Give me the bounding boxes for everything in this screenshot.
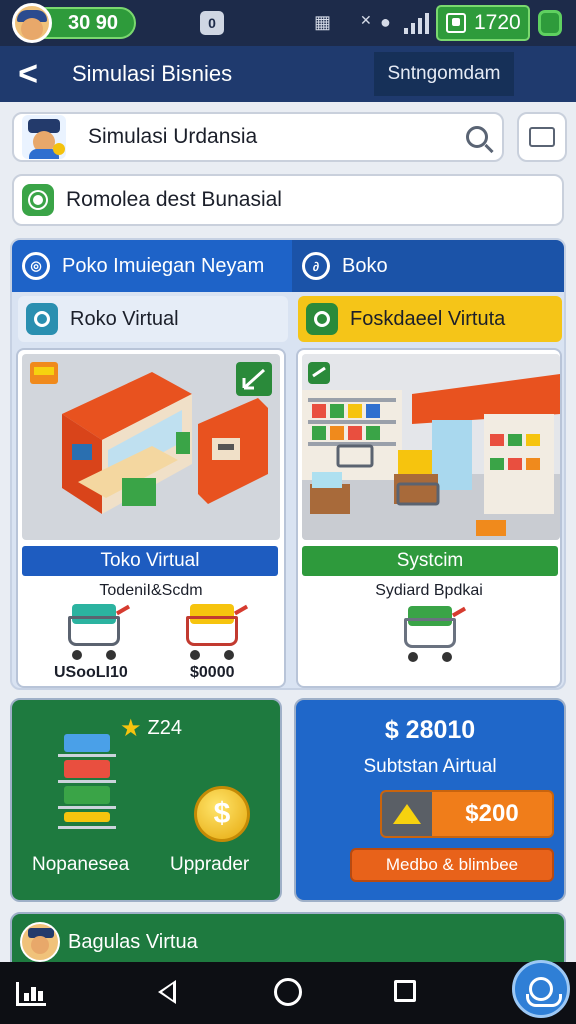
coin-balance-value: 30 90 (68, 11, 119, 34)
search-bar-label: Simulasi Urdansia (88, 125, 258, 148)
manager-avatar (22, 115, 66, 159)
cart-price: $0000 (190, 664, 235, 681)
store-a-header-label: Roko Virtual (70, 307, 179, 330)
store-a-banner[interactable]: Toko Virtual (22, 546, 278, 576)
heart-shield-icon (22, 184, 54, 216)
tab-bar: ◎ Poko Imuiegan Neyam ∂ Boko (12, 240, 564, 292)
cart-icon[interactable] (62, 604, 131, 660)
chevron-left-icon: < (18, 54, 38, 93)
supermarket-illustration (302, 354, 560, 540)
shelf-cart-icon (58, 734, 116, 844)
coin-icon: $ (194, 786, 250, 842)
star-count-value: Z24 (147, 717, 182, 739)
cart-icon[interactable] (180, 604, 249, 660)
status-bar: 30 90 0 ▦ ✕ ● 1720 (0, 0, 576, 46)
market-amount: $ 28010 (384, 716, 476, 744)
upgrade-label[interactable]: Upprader (170, 854, 249, 876)
user-icon (526, 977, 562, 1007)
money-balance-value: 1720 (474, 11, 521, 34)
store-card-supermarket[interactable]: Systcim Sydiard Bpdkai (296, 348, 562, 688)
store-b-header[interactable]: Foskdaeel Virtuta (298, 296, 562, 342)
cart-icon[interactable] (398, 606, 467, 662)
store-a-caption: TodeniI&Scdm (99, 582, 203, 599)
app-bar: < Simulasi Bisnies Sntngomdam (0, 46, 576, 102)
arrow-up-icon (382, 792, 432, 836)
swirl-icon: ∂ (302, 252, 330, 280)
system-nav-bar (0, 962, 576, 1024)
upgrade-button[interactable]: $200 (380, 790, 554, 838)
nav-back-icon[interactable] (158, 980, 176, 1004)
notification-icon: 0 (200, 11, 224, 35)
chat-icon (26, 303, 58, 335)
settings-button[interactable]: Sntngomdam (374, 52, 514, 96)
back-button[interactable]: < (0, 46, 56, 102)
cast-icon: ▦ (314, 12, 332, 32)
store-a-header[interactable]: Roko Virtual (18, 296, 288, 342)
tab-label: Poko Imuiegan Neyam (62, 254, 265, 277)
cart-price: USooLI10 (54, 664, 128, 681)
store-panel: ◎ Poko Imuiegan Neyam ∂ Boko Roko Virtua… (10, 238, 566, 690)
window-icon (529, 127, 555, 147)
manager-avatar (20, 922, 60, 962)
star-count: ★ Z24 (120, 714, 182, 743)
player-avatar[interactable] (12, 3, 52, 43)
profile-fab[interactable] (512, 960, 570, 1018)
store-b-banner[interactable]: Systcim (302, 546, 558, 576)
inventory-card[interactable]: ★ Z24 $ Nopanesea Upprader (10, 698, 282, 902)
promo-label: Romolea dest Bunasial (66, 188, 282, 211)
nav-home-icon[interactable] (274, 978, 302, 1006)
mask-icon: ● (380, 12, 391, 32)
nav-recent-icon[interactable] (394, 980, 416, 1002)
market-subtitle: Subtstan Airtual (363, 756, 497, 777)
footer-label: Bagulas Virtua (68, 930, 198, 953)
store-b-caption: Sydiard Bpdkai (375, 582, 483, 599)
mute-icon: ✕ (360, 12, 372, 28)
star-icon: ★ (120, 715, 142, 742)
promo-banner[interactable]: Romolea dest Bunasial (12, 174, 564, 226)
market-card[interactable]: $ 28010 Subtstan Airtual $200 Medbo & bl… (294, 698, 566, 902)
location-icon: ◎ (22, 252, 50, 280)
stats-icon[interactable] (16, 982, 46, 1006)
tab-label: Boko (342, 254, 388, 277)
coin-balance[interactable]: 30 90 (12, 3, 136, 43)
search-bar[interactable]: Simulasi Urdansia (12, 112, 504, 162)
buy-button[interactable]: Medbo & blimbee (350, 848, 554, 882)
target-icon (306, 303, 338, 335)
search-icon[interactable] (466, 126, 488, 148)
tab-store-management[interactable]: ◎ Poko Imuiegan Neyam (12, 240, 292, 292)
inventory-label[interactable]: Nopanesea (32, 854, 129, 876)
store-card-virtual[interactable]: Toko Virtual TodeniI&Scdm USooLI10 $0000 (16, 348, 286, 688)
cash-icon (446, 13, 466, 33)
tab-store[interactable]: ∂ Boko (292, 240, 564, 292)
store-b-header-label: Foskdaeel Virtuta (350, 307, 506, 330)
page-title: Simulasi Bisnies (72, 61, 233, 86)
signal-icon (404, 12, 429, 34)
kiosk-illustration (22, 354, 280, 540)
money-balance[interactable]: 1720 (436, 5, 530, 41)
window-button[interactable] (517, 112, 567, 162)
upgrade-value: $200 (465, 800, 519, 827)
battery-icon (538, 10, 562, 36)
